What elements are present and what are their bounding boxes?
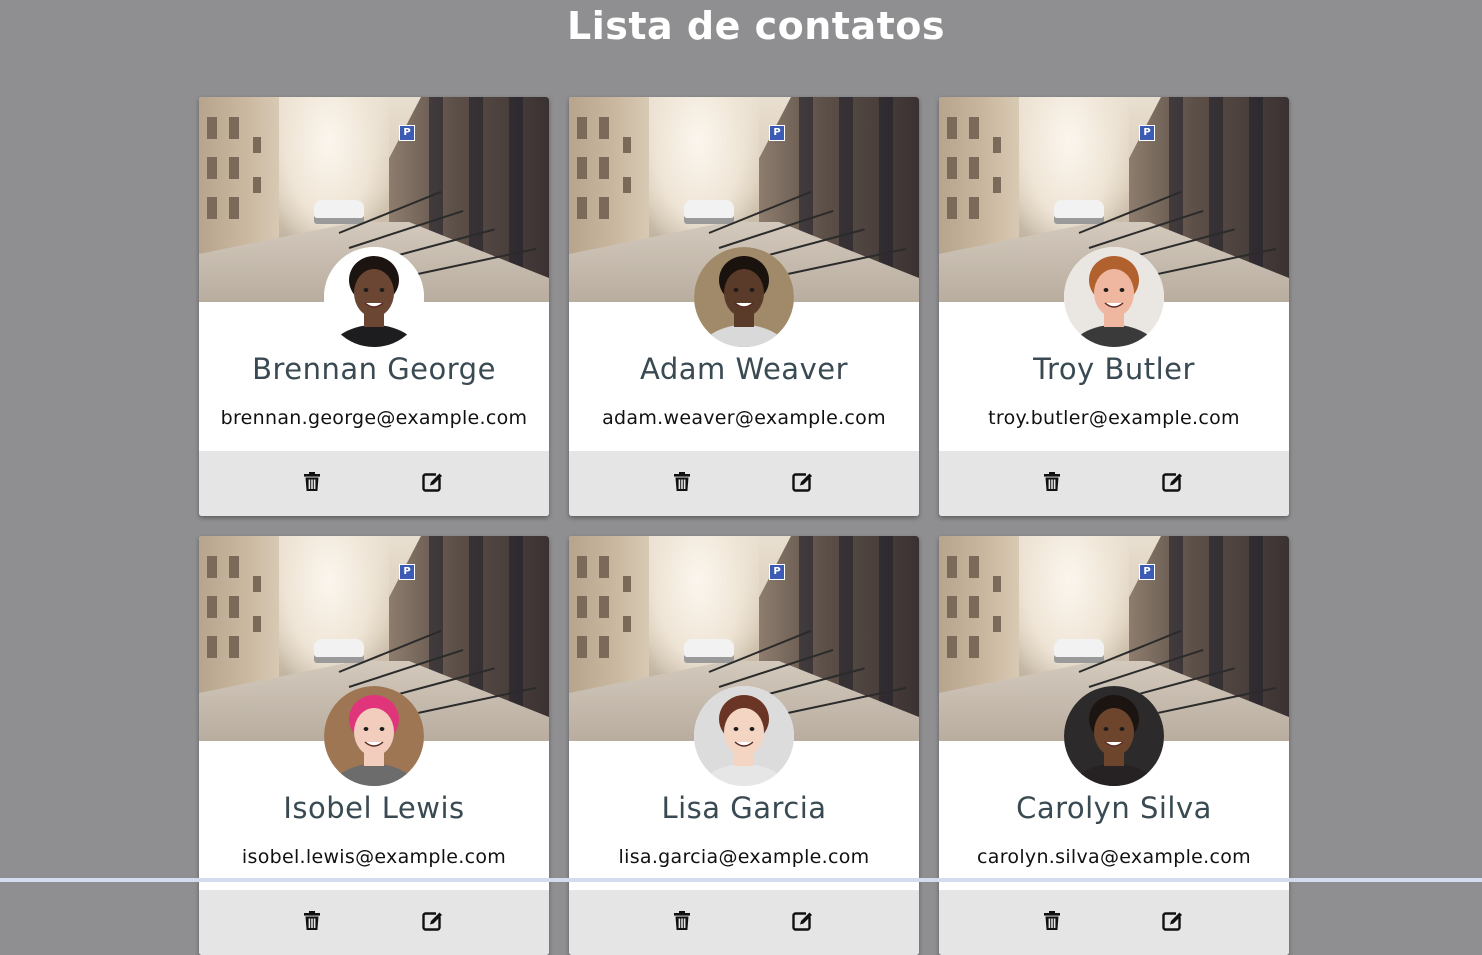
contact-card: P Isobel Lewis isobel.lewis@example.com — [199, 536, 549, 955]
trash-icon — [304, 911, 320, 930]
edit-icon — [422, 471, 444, 492]
contact-card: P Carolyn Silva carolyn.silva@example.co… — [939, 536, 1289, 955]
avatar — [1064, 247, 1164, 347]
contact-name: Brennan George — [252, 352, 496, 386]
delete-contact-button[interactable] — [1040, 909, 1064, 933]
contact-card: P Brennan George brennan.george@example.… — [199, 97, 549, 516]
trash-icon — [304, 472, 320, 491]
bottom-edge-line — [0, 878, 1482, 882]
contact-email: adam.weaver@example.com — [602, 407, 886, 429]
edit-contact-button[interactable] — [421, 909, 445, 933]
contact-email: brennan.george@example.com — [220, 407, 528, 429]
edit-icon — [422, 910, 444, 931]
contact-email: lisa.garcia@example.com — [618, 846, 870, 868]
contact-card: P Adam Weaver adam.weaver@example.com — [569, 97, 919, 516]
delete-contact-button[interactable] — [670, 470, 694, 494]
contact-name: Lisa Garcia — [661, 791, 827, 825]
delete-contact-button[interactable] — [300, 470, 324, 494]
card-actions-bar — [199, 890, 549, 955]
edit-icon — [1162, 471, 1184, 492]
edit-contact-button[interactable] — [791, 470, 815, 494]
delete-contact-button[interactable] — [300, 909, 324, 933]
contact-card: P Lisa Garcia lisa.garcia@example.com — [569, 536, 919, 955]
delete-contact-button[interactable] — [1040, 470, 1064, 494]
trash-icon — [1044, 472, 1060, 491]
delete-contact-button[interactable] — [670, 909, 694, 933]
edit-icon — [792, 471, 814, 492]
contact-email: troy.butler@example.com — [988, 407, 1240, 429]
trash-icon — [674, 911, 690, 930]
card-actions-bar — [199, 451, 549, 516]
avatar — [694, 686, 794, 786]
avatar — [694, 247, 794, 347]
avatar — [324, 686, 424, 786]
page-title: Lista de contatos — [567, 4, 945, 48]
contact-name: Isobel Lewis — [283, 791, 465, 825]
contact-name: Adam Weaver — [640, 352, 848, 386]
card-actions-bar — [569, 451, 919, 516]
edit-contact-button[interactable] — [1161, 470, 1185, 494]
card-actions-bar — [569, 890, 919, 955]
card-actions-bar — [939, 451, 1289, 516]
contact-name: Carolyn Silva — [1016, 791, 1212, 825]
contact-email: carolyn.silva@example.com — [977, 846, 1251, 868]
contact-card: P Troy Butler troy.butler@example.com — [939, 97, 1289, 516]
trash-icon — [1044, 911, 1060, 930]
contact-card-grid: P Brennan George brennan.george@example.… — [199, 97, 1289, 955]
edit-contact-button[interactable] — [791, 909, 815, 933]
edit-contact-button[interactable] — [1161, 909, 1185, 933]
avatar — [1064, 686, 1164, 786]
avatar — [324, 247, 424, 347]
trash-icon — [674, 472, 690, 491]
edit-icon — [792, 910, 814, 931]
edit-icon — [1162, 910, 1184, 931]
contact-email: isobel.lewis@example.com — [241, 846, 507, 868]
contact-name: Troy Butler — [1033, 352, 1195, 386]
card-actions-bar — [939, 890, 1289, 955]
edit-contact-button[interactable] — [421, 470, 445, 494]
